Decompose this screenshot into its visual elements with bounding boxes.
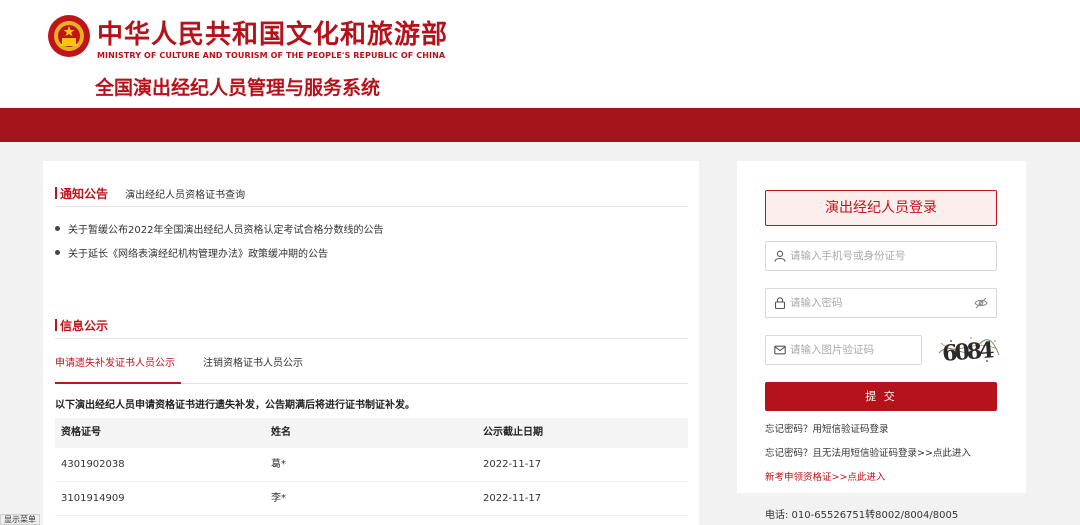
forgot-no-sms-link[interactable]: 忘记密码？且无法用短信验证码登录>>点此进入 bbox=[765, 445, 971, 459]
national-emblem-icon[interactable] bbox=[46, 13, 92, 59]
bullet-icon bbox=[55, 226, 60, 231]
nav-bar bbox=[0, 108, 1080, 142]
mail-icon bbox=[774, 345, 786, 355]
col-deadline: 公示截止日期 bbox=[483, 427, 543, 438]
login-title: 演出经纪人员登录 bbox=[765, 190, 997, 226]
bullet-icon bbox=[55, 250, 60, 255]
col-name: 姓名 bbox=[271, 427, 291, 438]
tab-cancelled-certs[interactable]: 注销资格证书人员公示 bbox=[203, 354, 323, 384]
cert-query-link[interactable]: 演出经纪人员资格证书查询 bbox=[125, 190, 245, 201]
show-menu-tooltip[interactable]: 显示菜单 bbox=[0, 514, 40, 525]
new-cert-link[interactable]: 新考申领资格证>>点此进入 bbox=[765, 469, 885, 483]
cell-cert-no: 3101914909 bbox=[61, 493, 125, 504]
cell-name: 李* bbox=[271, 493, 286, 504]
notice-list: 关于暂缓公布2022年全国演出经纪人员资格认定考试合格分数线的公告 关于延长《网… bbox=[55, 219, 383, 267]
info-tabs: 申请遗失补发证书人员公示 注销资格证书人员公示 bbox=[55, 354, 688, 384]
org-name-cn: 中华人民共和国文化和旅游部 bbox=[97, 20, 449, 50]
table-row: 4301902038 葛* 2022-11-17 bbox=[55, 448, 688, 482]
captcha-input[interactable]: 请输入图片验证码 bbox=[765, 335, 922, 365]
notice-item[interactable]: 关于暂缓公布2022年全国演出经纪人员资格认定考试合格分数线的公告 bbox=[55, 219, 383, 243]
site-header: 中华人民共和国文化和旅游部 MINISTRY OF CULTURE AND TO… bbox=[0, 0, 1080, 108]
password-placeholder: 请输入密码 bbox=[790, 297, 843, 309]
captcha-text: 6084 bbox=[941, 337, 995, 367]
captcha-placeholder: 请输入图片验证码 bbox=[790, 344, 874, 356]
eye-off-icon[interactable] bbox=[974, 297, 988, 309]
tab-lost-reissue[interactable]: 申请遗失补发证书人员公示 bbox=[55, 354, 181, 384]
username-input[interactable]: 请输入手机号或身份证号 bbox=[765, 241, 997, 271]
cell-deadline: 2022-11-17 bbox=[483, 493, 542, 504]
table-header: 资格证号 姓名 公示截止日期 bbox=[55, 418, 688, 448]
password-input[interactable]: 请输入密码 bbox=[765, 288, 997, 318]
org-name-en: MINISTRY OF CULTURE AND TOURISM OF THE P… bbox=[97, 51, 446, 60]
username-placeholder: 请输入手机号或身份证号 bbox=[790, 250, 906, 262]
cell-deadline: 2022-11-17 bbox=[483, 459, 542, 470]
info-section-title: 信息公示 bbox=[55, 319, 108, 333]
captcha-image[interactable]: 6084 bbox=[937, 333, 1001, 367]
notice-header: 通知公告 演出经纪人员资格证书查询 bbox=[55, 183, 688, 207]
cert-table: 资格证号 姓名 公示截止日期 4301902038 葛* 2022-11-17 … bbox=[55, 418, 688, 516]
notice-section-title: 通知公告 bbox=[55, 187, 108, 201]
cell-name: 葛* bbox=[271, 459, 286, 470]
forgot-sms-link[interactable]: 忘记密码？用短信验证码登录 bbox=[765, 421, 889, 435]
user-icon bbox=[774, 250, 786, 262]
info-header: 信息公示 bbox=[55, 315, 688, 339]
system-title: 全国演出经纪人员管理与服务系统 bbox=[95, 77, 381, 99]
notice-item[interactable]: 关于延长《网络表演经纪机构管理办法》政策缓冲期的公告 bbox=[55, 243, 383, 267]
cell-cert-no: 4301902038 bbox=[61, 459, 125, 470]
intro-text: 以下演出经纪人员申请资格证书进行遗失补发，公告期满后将进行证书制证补发。 bbox=[55, 400, 415, 411]
col-cert-no: 资格证号 bbox=[61, 427, 101, 438]
contact-phone: 电话: 010-65526751转8002/8004/8005 bbox=[765, 510, 959, 521]
info-panel: 通知公告 演出经纪人员资格证书查询 关于暂缓公布2022年全国演出经纪人员资格认… bbox=[43, 161, 699, 525]
submit-button[interactable]: 提 交 bbox=[765, 382, 997, 411]
lock-icon bbox=[774, 297, 786, 309]
table-row: 3101914909 李* 2022-11-17 bbox=[55, 482, 688, 516]
login-panel: 演出经纪人员登录 请输入手机号或身份证号 请输入密码 请输入图片验证码 6084 bbox=[737, 161, 1026, 493]
